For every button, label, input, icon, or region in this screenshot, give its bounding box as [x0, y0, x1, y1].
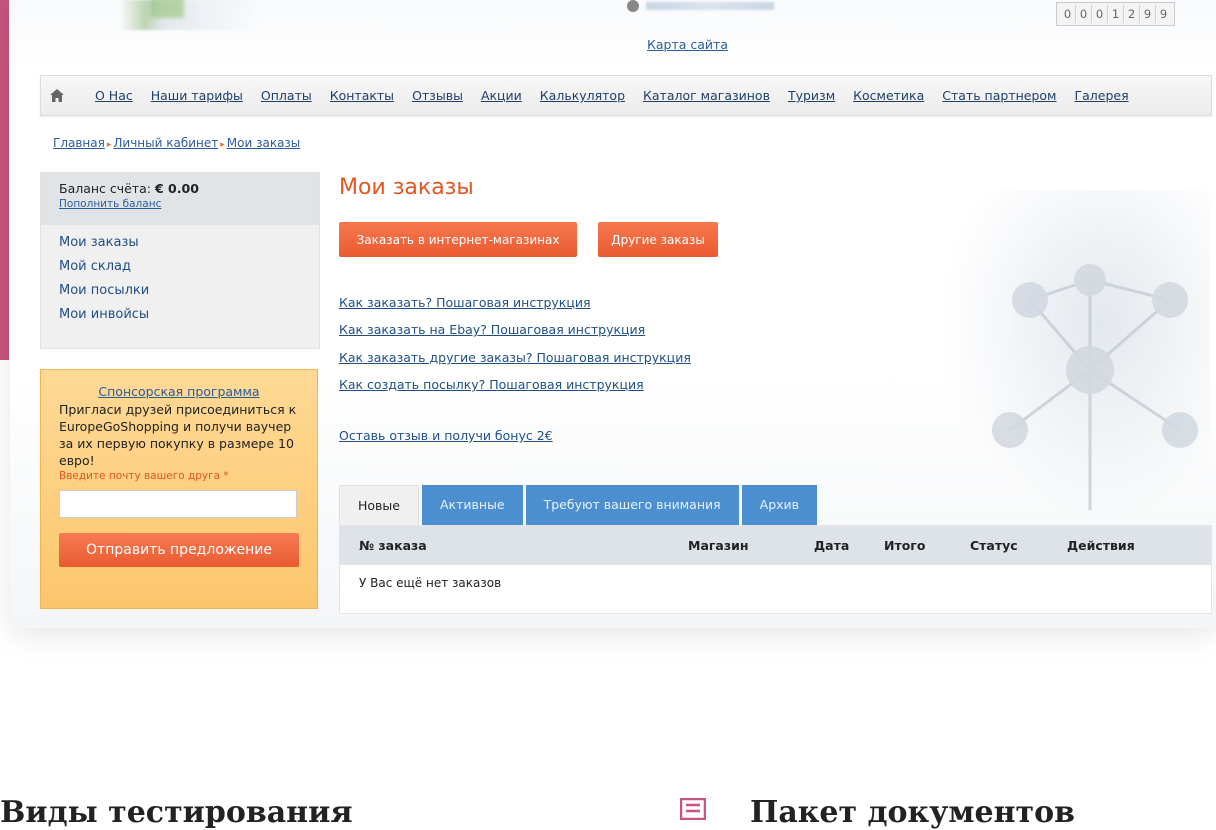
orders-tabs: Новые Активные Требуют вашего внимания А… — [339, 485, 820, 526]
skype-icon — [627, 0, 639, 12]
counter-digit: 9 — [1140, 5, 1156, 23]
nav-reviews[interactable]: Отзывы — [412, 88, 463, 103]
page-title: Мои заказы — [339, 175, 474, 200]
counter-digit: 9 — [1159, 7, 1168, 21]
balance-value: € 0.00 — [155, 181, 199, 196]
home-icon[interactable] — [49, 88, 65, 104]
order-online-shops-button[interactable]: Заказать в интернет-магазинах — [339, 222, 577, 257]
breadcrumb-separator-icon: ▸ — [106, 140, 112, 150]
account-sidebar: Баланс счёта: € 0.00 Пополнить баланс Мо… — [40, 172, 320, 349]
balance-label: Баланс счёта: — [59, 181, 152, 196]
column-shop[interactable]: Магазин — [688, 538, 749, 553]
review-bonus-link[interactable]: Оставь отзыв и получи бонус 2€ — [339, 428, 553, 443]
help-link-create-parcel[interactable]: Как создать посылку? Пошаговая инструкци… — [339, 377, 644, 392]
friend-email-label: Введите почту вашего друга * — [59, 470, 229, 482]
main-navigation: О Нас Наши тарифы Оплаты Контакты Отзывы… — [40, 75, 1212, 116]
decorative-pink-strip — [0, 0, 9, 360]
nav-calculator[interactable]: Калькулятор — [540, 88, 625, 103]
sidebar-item-my-invoices[interactable]: Мои инвойсы — [59, 307, 301, 322]
balance-line: Баланс счёта: € 0.00 — [59, 181, 301, 196]
visit-counter: 0 0 0 1 2 9 9 — [1056, 2, 1175, 26]
counter-digit: 0 — [1092, 5, 1108, 23]
help-link-ebay[interactable]: Как заказать на Ebay? Пошаговая инструкц… — [339, 322, 645, 337]
sponsor-description: Пригласи друзей присоединиться к EuropeG… — [59, 402, 297, 468]
breadcrumb-home[interactable]: Главная — [53, 136, 105, 150]
site-logo-mark — [150, 0, 184, 18]
topup-balance-link[interactable]: Пополнить баланс — [59, 198, 301, 210]
sidebar-item-my-parcels[interactable]: Мои посылки — [59, 283, 301, 298]
sidebar-item-my-orders[interactable]: Мои заказы — [59, 235, 301, 250]
nav-about[interactable]: О Нас — [95, 88, 133, 103]
tab-archive[interactable]: Архив — [741, 485, 818, 525]
column-date[interactable]: Дата — [814, 538, 849, 553]
documents-package-heading: Пакет документов — [750, 795, 1075, 830]
nav-shop-catalog[interactable]: Каталог магазинов — [643, 88, 770, 103]
breadcrumb-account[interactable]: Личный кабинет — [113, 136, 218, 150]
breadcrumb: Главная ▸ Личный кабинет ▸ Мои заказы — [53, 136, 300, 150]
website-screenshot: Карта сайта 0 0 0 1 2 9 9 О Нас Наши тар… — [10, 0, 1216, 628]
help-link-other-orders[interactable]: Как заказать другие заказы? Пошаговая ин… — [339, 350, 691, 365]
nav-payments[interactable]: Оплаты — [261, 88, 312, 103]
orders-table-header: № заказа Магазин Дата Итого Статус Дейст… — [340, 526, 1211, 565]
breadcrumb-separator-icon: ▸ — [220, 140, 225, 150]
counter-digit: 0 — [1060, 5, 1076, 23]
sidebar-item-my-warehouse[interactable]: Мой склад — [59, 259, 301, 274]
column-order-number[interactable]: № заказа — [359, 538, 427, 553]
counter-digit: 1 — [1108, 5, 1124, 23]
other-orders-button[interactable]: Другие заказы — [598, 222, 718, 257]
column-actions: Действия — [1067, 538, 1135, 553]
tab-active[interactable]: Активные — [421, 485, 523, 525]
balance-box: Баланс счёта: € 0.00 Пополнить баланс — [41, 173, 319, 225]
sitemap-link[interactable]: Карта сайта — [647, 37, 728, 52]
tab-needs-attention[interactable]: Требуют вашего внимания — [525, 485, 739, 525]
atomium-background-image — [940, 190, 1210, 520]
nav-gallery[interactable]: Галерея — [1074, 88, 1128, 103]
counter-digit: 0 — [1076, 5, 1092, 23]
site-logo — [120, 0, 260, 30]
column-status[interactable]: Статус — [970, 538, 1018, 553]
send-invitation-button[interactable]: Отправить предложение — [59, 533, 299, 567]
friend-email-input[interactable] — [59, 490, 297, 518]
testing-types-heading: Виды тестирования — [0, 795, 353, 830]
tab-new[interactable]: Новые — [339, 485, 419, 526]
empty-orders-message: У Вас ещё нет заказов — [359, 576, 502, 590]
breadcrumb-orders[interactable]: Мои заказы — [227, 136, 301, 150]
nav-promotions[interactable]: Акции — [481, 88, 522, 103]
orders-table: № заказа Магазин Дата Итого Статус Дейст… — [339, 525, 1212, 614]
nav-cosmetics[interactable]: Косметика — [853, 88, 924, 103]
help-link-how-to-order[interactable]: Как заказать? Пошаговая инструкция — [339, 295, 591, 310]
sponsor-program-box: Спонсорская программа Пригласи друзей пр… — [40, 369, 318, 609]
column-total[interactable]: Итого — [884, 538, 925, 553]
sponsor-program-link[interactable]: Спонсорская программа — [59, 384, 299, 399]
nav-contacts[interactable]: Контакты — [330, 88, 394, 103]
nav-tariffs[interactable]: Наши тарифы — [151, 88, 243, 103]
nav-tourism[interactable]: Туризм — [788, 88, 835, 103]
counter-digit: 2 — [1124, 5, 1140, 23]
nav-become-partner[interactable]: Стать партнером — [942, 88, 1056, 103]
skype-contact-blurred — [646, 2, 774, 10]
